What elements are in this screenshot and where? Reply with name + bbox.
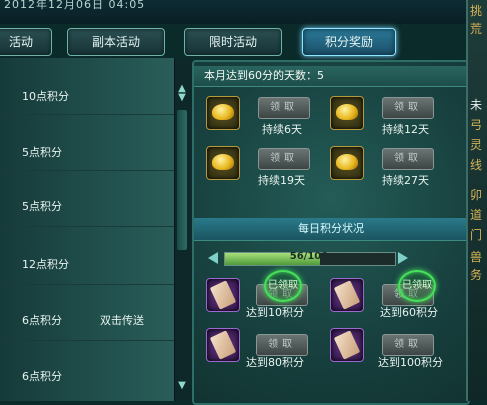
teleport-link[interactable]: 双击传送 (100, 312, 144, 328)
list-item-points: 5点积分 (22, 146, 62, 159)
gold-ingot-icon[interactable] (330, 146, 364, 180)
list-item[interactable]: 5点积分 (0, 190, 174, 220)
list-item[interactable]: 6点积分 双击传送 (0, 304, 174, 334)
side-glyph: 道 (470, 208, 483, 222)
side-glyph: 门 (470, 228, 483, 242)
reward-condition: 达到80积分 (246, 356, 304, 369)
claim-button[interactable]: 领取 (382, 148, 434, 170)
gold-ingot-icon[interactable] (206, 96, 240, 130)
scroll-down-icon[interactable]: ▼ (175, 380, 189, 396)
datetime-label: 2012年12月06日 04:05 (4, 0, 146, 11)
monthly-header: 本月达到60分的天数：5 (194, 66, 468, 87)
list-item-points: 10点积分 (22, 90, 69, 103)
reward-panel: 本月达到60分的天数：5 领取 持续6天 领取 持续12天 领取 持续19天 领… (192, 60, 470, 405)
list-item[interactable]: 5点积分 (0, 136, 174, 166)
scroll-item-icon[interactable] (330, 278, 364, 312)
scroll-up-icon[interactable]: ▲ ▼ (175, 84, 189, 103)
side-glyph: 灵 (470, 138, 483, 152)
reward-duration: 持续12天 (382, 123, 429, 136)
claimed-badge: 已领取 (264, 270, 302, 302)
tab-dungeon-activity[interactable]: 副本活动 (67, 28, 165, 56)
list-item-points: 5点积分 (22, 200, 62, 213)
scroll-item-icon[interactable] (206, 328, 240, 362)
claim-button[interactable]: 领取 (258, 148, 310, 170)
reward-duration: 持续6天 (262, 123, 302, 136)
scroll-thumb[interactable] (177, 110, 187, 250)
reward-duration: 持续19天 (258, 174, 305, 187)
reward-condition: 达到100积分 (378, 356, 443, 369)
side-glyph: 务 (470, 268, 483, 282)
claimed-badge: 已领取 (398, 270, 436, 302)
reward-duration: 持续27天 (382, 174, 429, 187)
scroll-item-icon[interactable] (206, 278, 240, 312)
tab-points-reward[interactable]: 积分奖励 (302, 28, 396, 56)
claim-button[interactable]: 领取 (256, 334, 308, 356)
divider (0, 114, 174, 115)
side-glyph: 未 (470, 98, 483, 112)
activity-list: 10点积分 5点积分 5点积分 12点积分 6点积分 双击传送 6点积分 (0, 58, 175, 401)
list-item[interactable]: 10点积分 (0, 80, 174, 110)
tab-activity[interactable]: 活动 (0, 28, 52, 56)
side-chat-strip: 挑 荒 未 弓 灵 线 卯 道 门 兽 务 (466, 0, 487, 401)
daily-header: 每日积分状况 (194, 218, 468, 241)
points-progress-text: 56/100 (289, 251, 329, 262)
side-glyph: 卯 (470, 188, 483, 202)
gold-ingot-icon[interactable] (206, 146, 240, 180)
list-item[interactable]: 12点积分 (0, 248, 174, 278)
list-item-points: 6点积分 (22, 314, 62, 327)
side-glyph: 兽 (470, 250, 483, 264)
divider (0, 170, 174, 171)
divider (0, 284, 174, 285)
list-item-points: 6点积分 (22, 370, 62, 383)
side-glyph: 线 (470, 158, 483, 172)
reward-condition: 达到60积分 (380, 306, 438, 319)
list-item[interactable]: 6点积分 (0, 360, 174, 390)
scroll-item-icon[interactable] (330, 328, 364, 362)
claim-button[interactable]: 领取 (382, 334, 434, 356)
side-glyph: 荒 (470, 22, 483, 36)
reward-condition: 达到10积分 (246, 306, 304, 319)
divider (0, 340, 174, 341)
gold-ingot-icon[interactable] (330, 96, 364, 130)
list-item-points: 12点积分 (22, 258, 69, 271)
claim-button[interactable]: 领取 (258, 97, 310, 119)
side-glyph: 挑 (470, 4, 483, 18)
tab-limited-activity[interactable]: 限时活动 (184, 28, 282, 56)
side-glyph: 弓 (470, 118, 483, 132)
divider (0, 226, 174, 227)
monthly-days-label: 本月达到60分的天数：5 (204, 69, 324, 82)
claim-button[interactable]: 领取 (382, 97, 434, 119)
